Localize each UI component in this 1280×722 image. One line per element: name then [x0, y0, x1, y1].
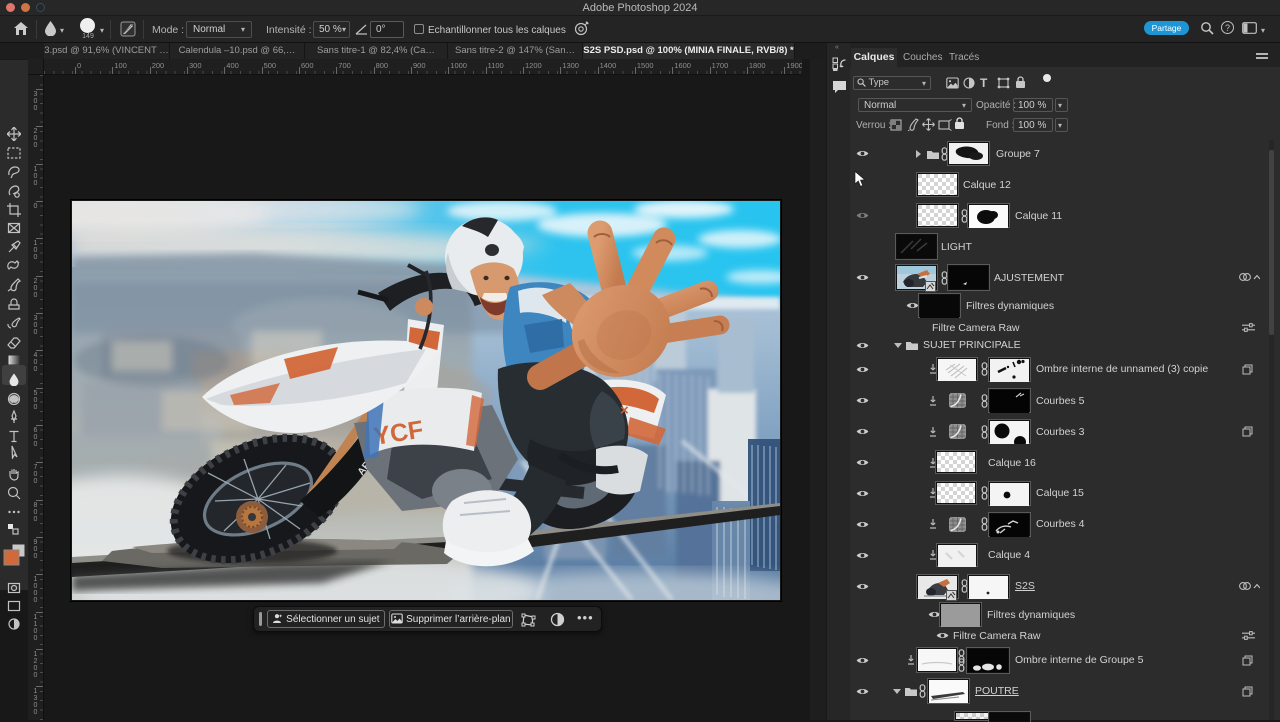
svg-text:×: × [620, 402, 629, 419]
